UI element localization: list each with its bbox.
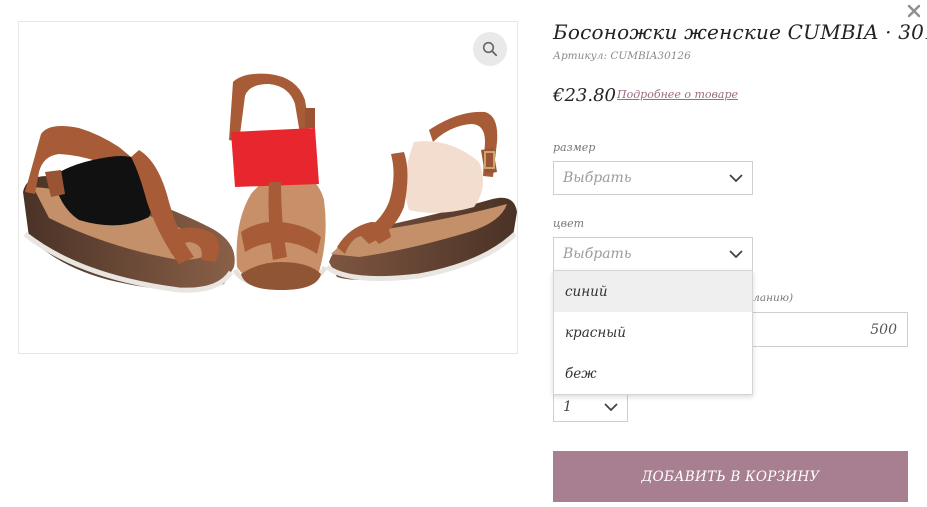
color-dropdown-menu: синий красный беж <box>553 270 753 395</box>
zoom-button[interactable] <box>473 32 507 66</box>
chevron-down-icon <box>729 174 743 183</box>
size-label: размер <box>553 141 596 154</box>
close-icon <box>907 4 921 18</box>
product-price: €23.80 <box>553 85 616 106</box>
chevron-down-icon <box>604 403 618 412</box>
magnifier-icon <box>482 41 498 57</box>
color-select-value: Выбрать <box>563 246 632 262</box>
color-option-beige[interactable]: беж <box>554 353 752 394</box>
add-to-cart-button[interactable]: ДОБАВИТЬ В КОРЗИНУ <box>553 451 908 502</box>
product-photo <box>23 73 517 293</box>
chevron-down-icon <box>729 250 743 259</box>
sandal-red <box>229 73 328 290</box>
product-title: Босоножки женские CUMBIA · 30126 <box>553 20 927 44</box>
size-select[interactable]: Выбрать <box>553 161 753 195</box>
sandal-black <box>23 126 235 293</box>
color-option-red[interactable]: красный <box>554 312 752 353</box>
color-label: цвет <box>553 217 585 230</box>
color-option-blue[interactable]: синий <box>554 271 752 312</box>
close-button[interactable] <box>907 4 921 18</box>
size-select-value: Выбрать <box>563 170 632 186</box>
color-select[interactable]: Выбрать <box>553 237 753 271</box>
amount-input[interactable]: 500 <box>743 312 908 347</box>
product-image-panel <box>18 21 518 354</box>
product-details-link[interactable]: Подробнее о товаре <box>617 88 738 101</box>
quantity-value: 1 <box>563 399 572 415</box>
quantity-select[interactable]: 1 <box>553 392 628 422</box>
sandal-beige <box>325 111 517 282</box>
product-sku: Артикул: CUMBIA30126 <box>553 50 691 62</box>
